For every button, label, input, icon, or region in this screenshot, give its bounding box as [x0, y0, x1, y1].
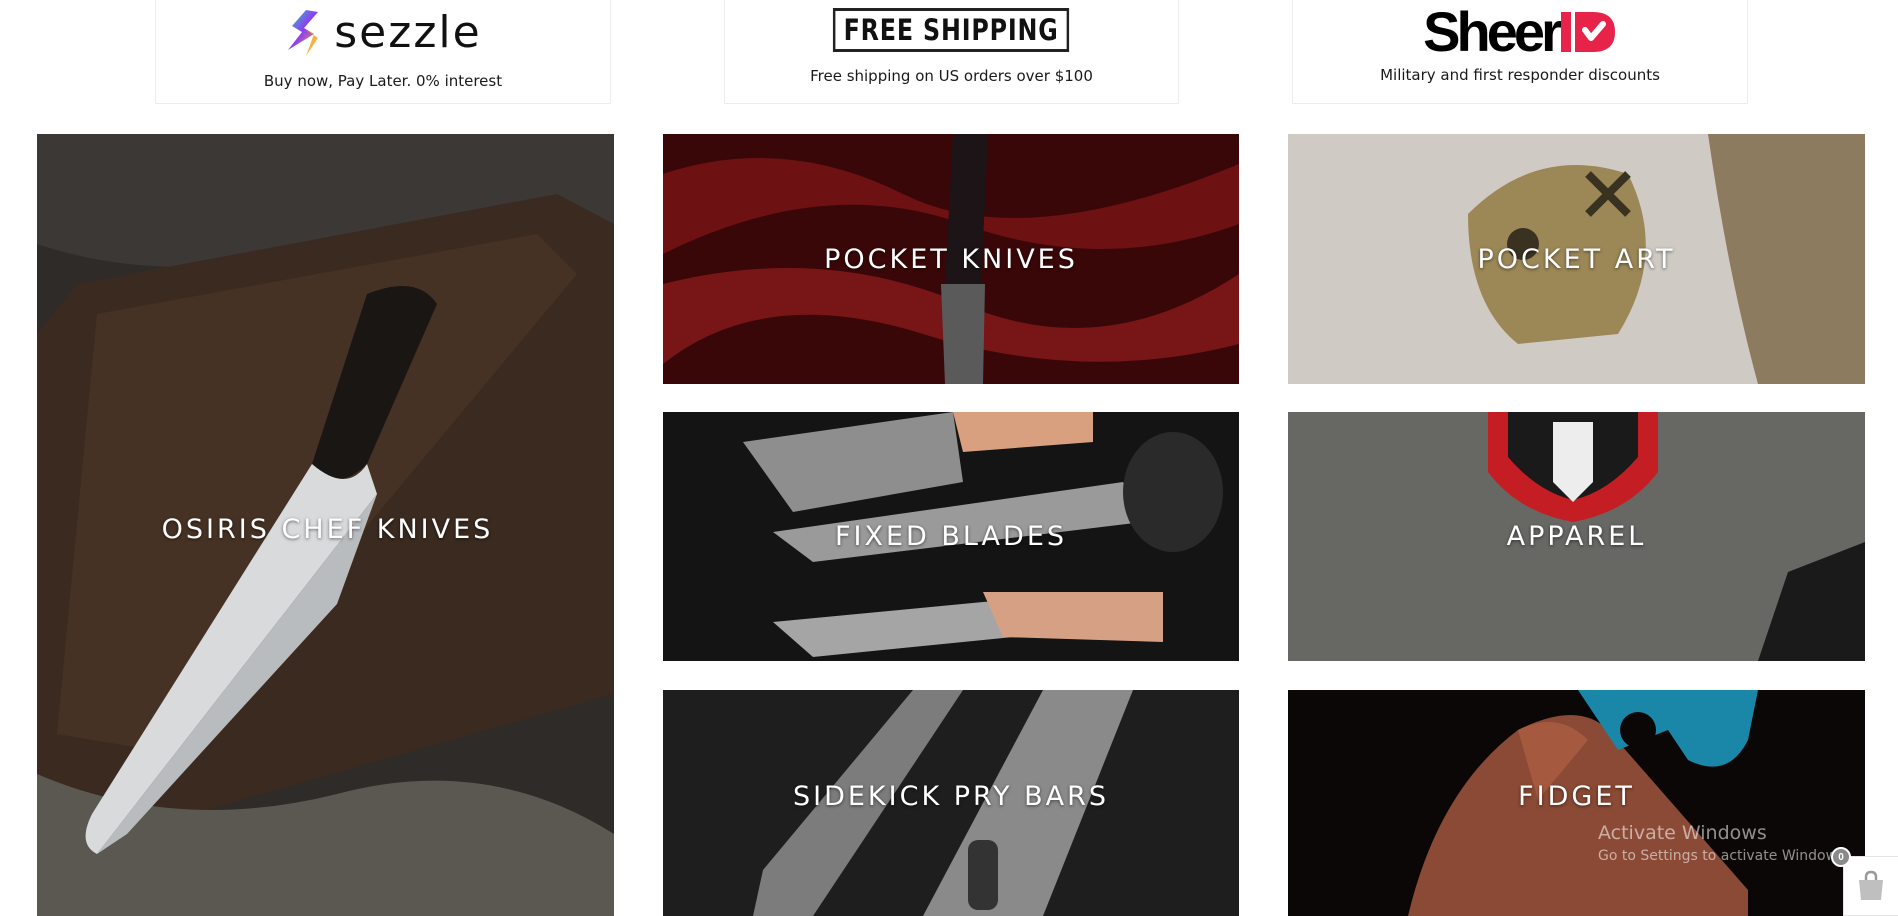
sezzle-mark-icon [288, 10, 319, 56]
free-shipping-logo: FREE SHIPPING [833, 8, 1070, 53]
sezzle-wordmark: sezzle [334, 7, 482, 58]
category-label: APPAREL [1506, 521, 1647, 552]
category-tile-fidget[interactable]: FIDGET [1288, 690, 1865, 916]
category-label: FIDGET [1518, 780, 1635, 812]
sheerid-wordmark: Sheer [1423, 0, 1563, 63]
sezzle-banner[interactable]: sezzle Buy now, Pay Later. 0% interest [155, 0, 611, 104]
cart-button[interactable] [1843, 856, 1898, 916]
category-tile-osiris-chef-knives[interactable]: OSIRIS CHEF KNIVES [37, 134, 614, 916]
category-tile-apparel[interactable]: APPAREL [1288, 412, 1865, 661]
cart-count-badge: 0 [1831, 847, 1851, 867]
watermark-title: Activate Windows [1598, 822, 1767, 844]
category-label: POCKET ART [1477, 243, 1676, 275]
category-label: FIXED BLADES [834, 521, 1068, 552]
sheerid-banner[interactable]: Sheer Military and first responder disco… [1292, 0, 1748, 104]
sheerid-id-mark-icon [1560, 12, 1615, 52]
free-shipping-caption: Free shipping on US orders over $100 [810, 67, 1093, 86]
category-label: OSIRIS CHEF KNIVES [161, 513, 494, 545]
activate-windows-watermark: Activate Windows Go to Settings to activ… [1598, 822, 1849, 864]
category-label: SIDEKICK PRY BARS [792, 780, 1110, 812]
category-tile-pocket-knives[interactable]: POCKET KNIVES [663, 134, 1239, 384]
shopping-bag-icon [1859, 870, 1883, 900]
sheerid-caption: Military and first responder discounts [1380, 66, 1660, 84]
sheerid-logo: Sheer [1423, 4, 1617, 60]
watermark-subtitle: Go to Settings to activate Windows. [1598, 848, 1849, 864]
sezzle-logo: sezzle [284, 8, 481, 58]
free-shipping-banner[interactable]: FREE SHIPPING Free shipping on US orders… [724, 0, 1179, 104]
sezzle-caption: Buy now, Pay Later. 0% interest [263, 72, 503, 90]
category-tile-sidekick-pry-bars[interactable]: SIDEKICK PRY BARS [663, 690, 1239, 916]
category-label: POCKET KNIVES [824, 243, 1078, 275]
category-tile-pocket-art[interactable]: POCKET ART [1288, 134, 1865, 384]
category-tile-fixed-blades[interactable]: FIXED BLADES [663, 412, 1239, 661]
